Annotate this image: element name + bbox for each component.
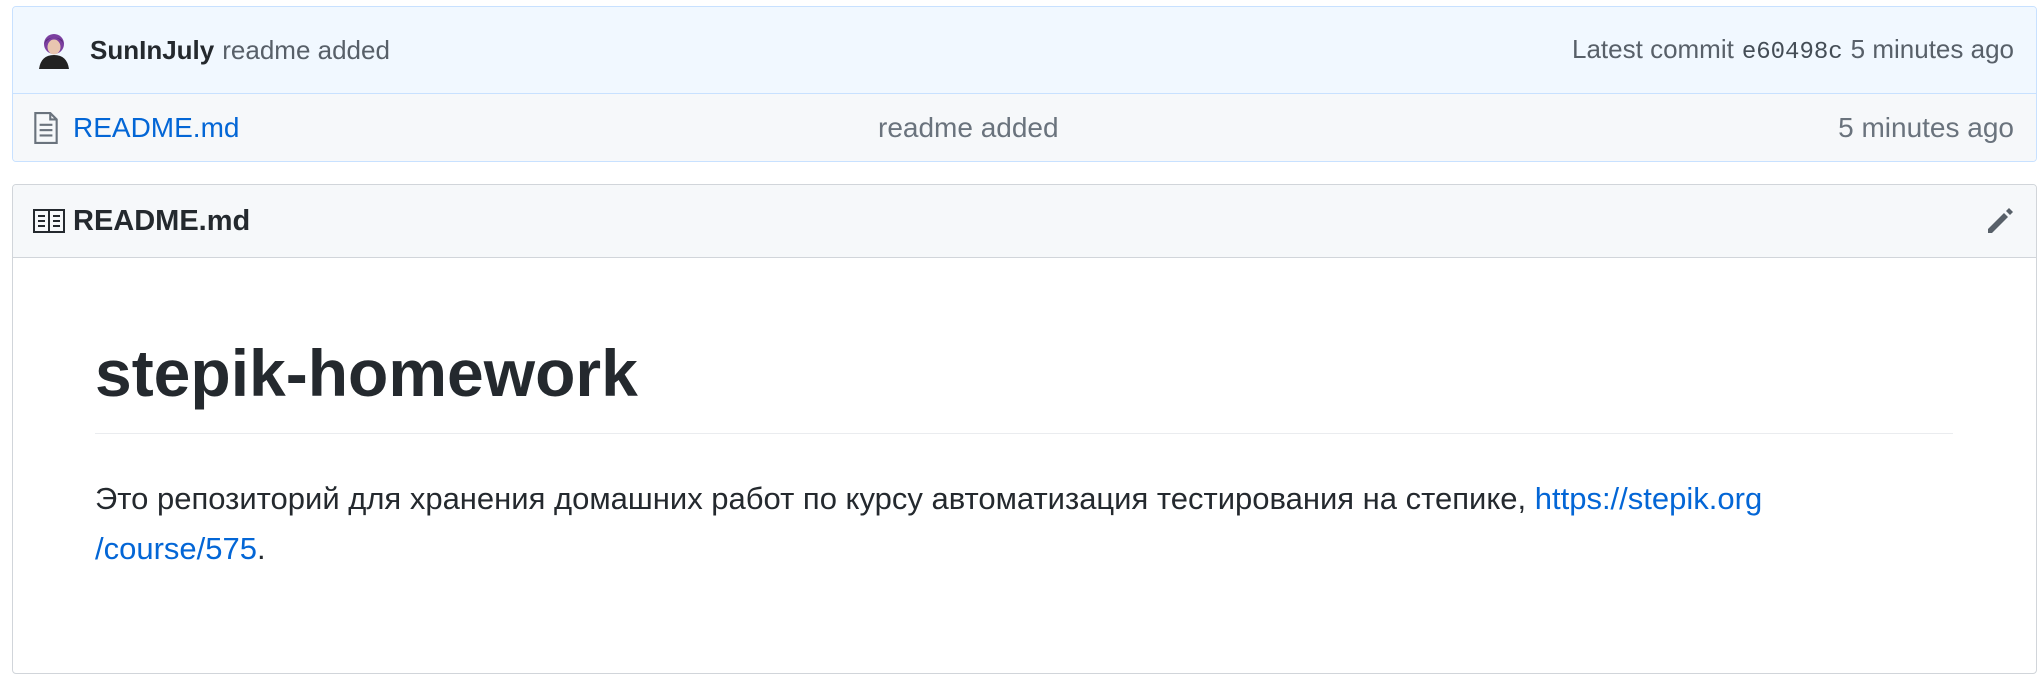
- commit-author-link[interactable]: SunInJuly: [90, 35, 214, 66]
- book-icon: [33, 209, 65, 233]
- course-link-line1: https://stepik.org: [1534, 481, 1763, 517]
- file-icon: [34, 111, 58, 144]
- readme-suffix: .: [257, 531, 266, 567]
- readme-content: stepik-homework Это репозиторий для хран…: [13, 258, 2036, 574]
- course-link-line2: /course/575: [95, 531, 257, 567]
- file-row: README.md readme added 5 minutes ago: [13, 94, 2036, 161]
- file-name-link[interactable]: README.md: [73, 112, 239, 144]
- latest-commit-bar: SunInJuly readme added Latest commit e60…: [13, 7, 2036, 94]
- readme-heading: stepik-homework: [95, 334, 1953, 435]
- avatar[interactable]: [35, 31, 73, 69]
- commit-info: Latest commit e60498c 5 minutes ago: [1572, 34, 2014, 66]
- pencil-icon[interactable]: [1984, 205, 2016, 237]
- file-age: 5 minutes ago: [1838, 111, 2014, 143]
- commit-age: 5 minutes ago: [1850, 34, 2014, 64]
- file-commit-message-link[interactable]: readme added: [878, 112, 1059, 144]
- commit-sha-link[interactable]: e60498c: [1742, 39, 1843, 66]
- readme-header: README.md: [13, 185, 2036, 258]
- readme-panel: README.md stepik-homework Это репозитори…: [12, 184, 2037, 674]
- commit-message-link[interactable]: readme added: [222, 35, 390, 66]
- file-list: SunInJuly readme added Latest commit e60…: [12, 6, 2037, 162]
- readme-paragraph: Это репозиторий для хранения домашних ра…: [95, 474, 1953, 574]
- latest-commit-label: Latest commit: [1572, 34, 1734, 64]
- readme-header-title: README.md: [73, 204, 251, 237]
- readme-text: Это репозиторий для хранения домашних ра…: [95, 481, 1535, 517]
